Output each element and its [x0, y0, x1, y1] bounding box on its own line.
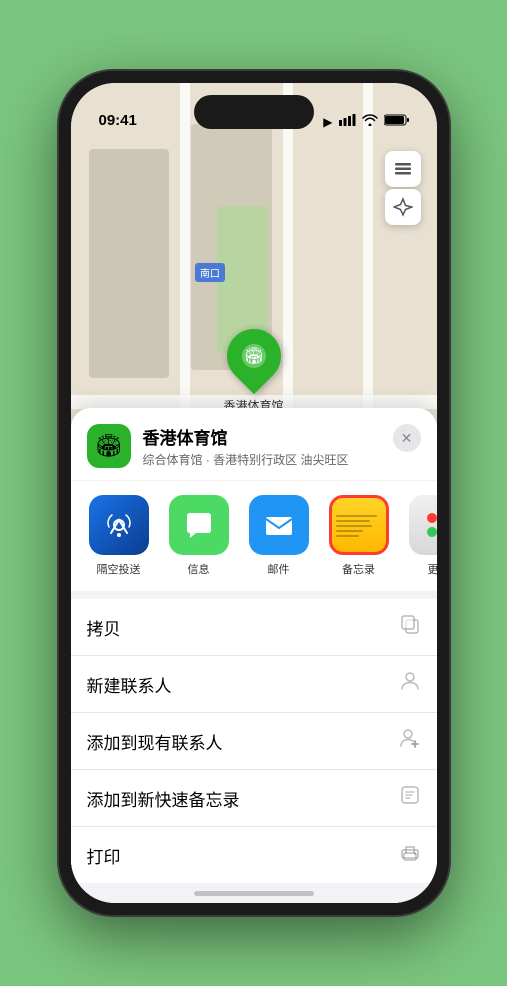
close-button[interactable]: ✕: [393, 424, 421, 452]
bottom-sheet: 🏟 香港体育馆 综合体育馆 · 香港特别行政区 油尖旺区 ✕: [71, 408, 437, 903]
action-add-to-contact[interactable]: 添加到现有联系人: [71, 713, 437, 770]
note-line: [336, 520, 371, 522]
notes-icon: [329, 495, 389, 555]
signal-icon: [339, 114, 356, 129]
person-add-icon: [399, 727, 421, 755]
action-quick-note[interactable]: 添加到新快速备忘录: [71, 770, 437, 827]
wifi-icon: [362, 114, 378, 129]
status-icons: ▶: [323, 114, 408, 129]
mail-label: 邮件: [268, 561, 290, 577]
venue-name: 香港体育馆: [143, 424, 421, 449]
messages-icon: [169, 495, 229, 555]
person-icon: [399, 670, 421, 698]
home-indicator: [194, 891, 314, 896]
quick-note-icon: [399, 784, 421, 812]
new-contact-label: 新建联系人: [87, 672, 172, 697]
location-icon: ▶: [323, 115, 332, 129]
dot-red: [427, 513, 437, 523]
venue-icon: 🏟: [87, 424, 131, 468]
more-icon: [409, 495, 437, 555]
more-label: 更多: [428, 561, 437, 577]
airdrop-icon: [89, 495, 149, 555]
location-button[interactable]: [385, 189, 421, 225]
phone-screen: 09:41 ▶: [71, 83, 437, 903]
home-indicator-area: [71, 883, 437, 903]
pin-shape: 🏟: [215, 318, 291, 394]
action-copy-label: 拷贝: [87, 615, 121, 640]
venue-header: 🏟 香港体育馆 综合体育馆 · 香港特别行政区 油尖旺区 ✕: [71, 408, 437, 480]
note-line: [336, 535, 359, 537]
print-label: 打印: [87, 843, 121, 868]
quick-note-label: 添加到新快速备忘录: [87, 786, 240, 811]
action-list: 拷贝 新建联系人: [71, 599, 437, 883]
copy-icon: [399, 613, 421, 641]
print-icon: [399, 841, 421, 869]
phone-frame: 09:41 ▶: [59, 71, 449, 915]
notes-label: 备忘录: [342, 561, 375, 577]
battery-icon: [384, 114, 409, 129]
map-layers-button[interactable]: [385, 151, 421, 187]
dot-green: [427, 527, 437, 537]
map-label-nankou: 南口: [195, 263, 225, 282]
note-line: [336, 525, 373, 527]
share-more[interactable]: 更多: [407, 495, 437, 577]
share-messages[interactable]: 信息: [167, 495, 231, 577]
add-to-contact-label: 添加到现有联系人: [87, 729, 223, 754]
airdrop-label: 隔空投送: [97, 561, 141, 577]
svg-text:🏟: 🏟: [243, 347, 263, 365]
dynamic-island: [194, 95, 314, 129]
action-new-contact[interactable]: 新建联系人: [71, 656, 437, 713]
share-mail[interactable]: 邮件: [247, 495, 311, 577]
venue-info: 香港体育馆 综合体育馆 · 香港特别行政区 油尖旺区: [143, 424, 421, 468]
share-row: 隔空投送 信息: [71, 481, 437, 591]
note-line: [336, 515, 377, 517]
action-copy[interactable]: 拷贝: [71, 599, 437, 656]
status-time: 09:41: [99, 112, 137, 129]
share-notes[interactable]: 备忘录: [327, 495, 391, 577]
map-controls: [385, 151, 421, 225]
action-print[interactable]: 打印: [71, 827, 437, 883]
share-airdrop[interactable]: 隔空投送: [87, 495, 151, 577]
note-line: [336, 530, 364, 532]
mail-icon: [249, 495, 309, 555]
messages-label: 信息: [188, 561, 210, 577]
venue-pin: 🏟 香港体育馆: [223, 329, 283, 414]
venue-subtitle: 综合体育馆 · 香港特别行政区 油尖旺区: [143, 451, 421, 468]
